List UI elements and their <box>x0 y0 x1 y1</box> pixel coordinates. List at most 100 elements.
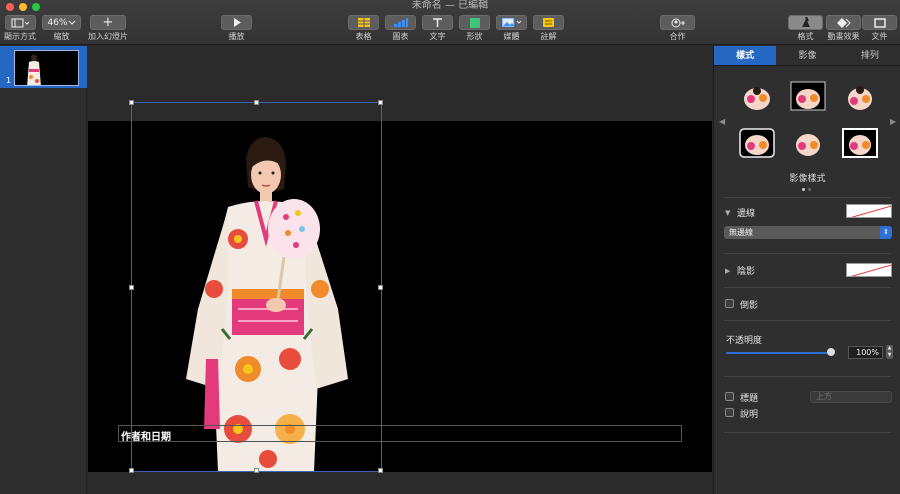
shape-button[interactable] <box>459 15 490 30</box>
title-position-popup[interactable]: 上方 <box>810 391 892 403</box>
image-style-3[interactable] <box>842 81 878 111</box>
title-position-value: 上方 <box>816 392 832 401</box>
zoom-control[interactable]: 46% 縮放 <box>42 15 81 42</box>
image-style-1[interactable] <box>739 81 775 111</box>
view-control[interactable]: 顯示方式 <box>4 15 36 42</box>
opacity-stepper[interactable]: ▲ ▼ <box>886 345 893 359</box>
toolbar: 未命名 — 已編輯 顯示方式 46% 縮放 + 加入幻燈片 播放 表格 圖表 文… <box>0 0 900 45</box>
page-dots[interactable] <box>802 184 814 194</box>
format-button[interactable] <box>788 15 823 30</box>
paintbrush-icon <box>801 17 810 27</box>
format-label: 格式 <box>797 32 814 41</box>
slide-thumbnail-image <box>14 50 79 86</box>
view-button[interactable] <box>4 15 36 30</box>
resize-handle-bottom[interactable] <box>254 468 259 473</box>
document-control[interactable]: 文件 <box>862 15 897 42</box>
image-style-5[interactable] <box>790 128 826 158</box>
next-styles-arrow[interactable]: ▶ <box>890 117 896 126</box>
reflection-label: 倒影 <box>740 301 759 311</box>
zoom-button[interactable]: 46% <box>42 15 81 30</box>
chart-button[interactable] <box>385 15 416 30</box>
zoom-label: 縮放 <box>53 32 70 41</box>
slide-thumbnail-1[interactable]: 1 <box>0 46 87 88</box>
opacity-slider-knob[interactable] <box>827 348 835 356</box>
resize-handle-bottom-right[interactable] <box>378 468 383 473</box>
border-color-well[interactable] <box>846 204 892 218</box>
resize-handle-top[interactable] <box>254 100 259 105</box>
view-label: 顯示方式 <box>4 32 36 41</box>
divider <box>724 376 891 377</box>
divider <box>724 320 891 321</box>
disclosure-collapsed-icon[interactable]: ▶ <box>725 267 730 275</box>
resize-handle-top-right[interactable] <box>378 100 383 105</box>
border-style-popup[interactable]: 無邊線 ⇕ <box>724 226 892 239</box>
page-dot-2[interactable] <box>808 188 811 191</box>
diamond-icon <box>836 17 851 28</box>
shape-control[interactable]: 形狀 <box>459 15 490 42</box>
opacity-field[interactable]: 100% <box>848 346 883 359</box>
plus-icon: + <box>102 15 114 30</box>
chart-label: 圖表 <box>392 32 409 41</box>
format-control[interactable]: 格式 <box>788 15 823 42</box>
table-control[interactable]: 表格 <box>348 15 379 42</box>
slide-navigator: 1 <box>0 46 87 494</box>
add-slide-control[interactable]: + 加入幻燈片 <box>88 15 128 42</box>
zoom-value: 46% <box>47 17 68 28</box>
image-style-2[interactable] <box>790 81 826 111</box>
animate-control[interactable]: 動畫效果 <box>826 15 861 42</box>
window-title: 未命名 — 已編輯 <box>411 0 489 11</box>
resize-handle-left[interactable] <box>129 285 134 290</box>
text-button[interactable] <box>422 15 453 30</box>
bar-chart-icon <box>393 18 408 27</box>
inspector-tabs: 樣式 影像 排列 <box>714 46 900 66</box>
disclosure-expanded-icon[interactable]: ▼ <box>725 209 730 217</box>
divider <box>724 287 891 288</box>
caption-label: 說明 <box>740 410 759 420</box>
add-slide-button[interactable]: + <box>90 15 126 30</box>
border-label: 邊線 <box>737 209 756 219</box>
media-button[interactable] <box>496 15 527 30</box>
reflection-checkbox[interactable] <box>725 299 734 308</box>
comment-button[interactable] <box>533 15 564 30</box>
resize-handle-right[interactable] <box>378 285 383 290</box>
tab-arrange[interactable]: 排列 <box>839 46 900 65</box>
text-label: 文字 <box>429 32 446 41</box>
tab-style[interactable]: 樣式 <box>714 46 777 65</box>
comment-control[interactable]: 註解 <box>533 15 564 42</box>
selection-frame <box>129 100 383 473</box>
collaborate-control[interactable]: 合作 <box>660 15 695 42</box>
image-style-6[interactable] <box>842 128 878 158</box>
previous-styles-arrow[interactable]: ◀ <box>719 117 725 126</box>
document-icon <box>873 17 886 28</box>
chevron-updown-icon: ⇕ <box>880 226 892 239</box>
title-label: 標題 <box>740 394 759 404</box>
opacity-slider[interactable] <box>726 348 835 356</box>
play-button[interactable] <box>221 15 252 30</box>
slide-canvas[interactable]: 作者和日期 <box>88 46 712 494</box>
tab-image[interactable]: 影像 <box>776 46 838 65</box>
format-inspector: 樣式 影像 排列 ◀ ▶ 影像樣式 ▼ 邊線 無邊線 ⇕ ▶ 陰影 倒影 不透明… <box>713 46 900 494</box>
shape-icon <box>469 17 480 28</box>
text-icon <box>433 18 442 27</box>
caption-checkbox[interactable] <box>725 408 734 417</box>
play-control[interactable]: 播放 <box>221 15 252 42</box>
collaborate-button[interactable] <box>660 15 695 30</box>
page-dot-1[interactable] <box>802 188 805 191</box>
add-slide-label: 加入幻燈片 <box>88 32 128 41</box>
play-icon <box>233 18 241 27</box>
document-button[interactable] <box>862 15 897 30</box>
title-checkbox[interactable] <box>725 392 734 401</box>
image-style-4[interactable] <box>739 128 775 158</box>
slide-number: 1 <box>6 76 12 85</box>
shadow-color-well[interactable] <box>846 263 892 277</box>
chart-control[interactable]: 圖表 <box>385 15 416 42</box>
resize-handle-bottom-left[interactable] <box>129 468 134 473</box>
animate-label: 動畫效果 <box>827 32 860 41</box>
add-person-icon <box>671 18 685 27</box>
table-button[interactable] <box>348 15 379 30</box>
media-control[interactable]: 媒體 <box>496 15 527 42</box>
opacity-slider-fill <box>726 352 833 354</box>
animate-button[interactable] <box>826 15 861 30</box>
resize-handle-top-left[interactable] <box>129 100 134 105</box>
text-control[interactable]: 文字 <box>422 15 453 42</box>
